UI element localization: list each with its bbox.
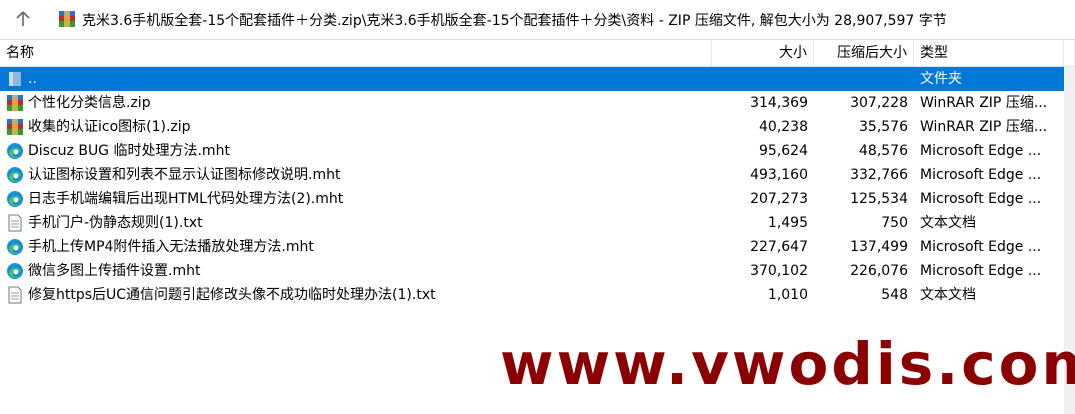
file-row[interactable]: 认证图标设置和列表不显示认证图标修改说明.mht 493,160 332,766 Mi… [0,163,1075,187]
winrar-archive-icon [59,11,75,27]
file-name: .. [28,71,37,87]
file-packed-size [814,67,908,91]
file-size: 314,369 [750,95,808,111]
file-type: Microsoft Edge ... [920,167,1042,183]
file-row[interactable]: 收集的认证ico图标(1).zip 40,238 35,576 WinRAR ZIP … [0,115,1075,139]
file-name: 微信多图上传插件设置.mht [28,263,201,279]
file-packed-size: 226,076 [850,263,908,279]
edge-icon [6,238,24,256]
up-folder-button[interactable] [10,7,36,31]
file-packed-size: 332,766 [850,167,908,183]
file-packed-size: 307,228 [850,95,908,111]
file-size [712,67,808,91]
file-size: 1,010 [767,287,808,303]
file-size: 493,160 [750,167,808,183]
address-path[interactable]: 克米3.6手机版全套-15个配套插件＋分类.zip\克米3.6手机版全套-15个… [82,10,947,30]
file-type: WinRAR ZIP 压缩... [920,95,1048,111]
file-name: 日志手机端编辑后出现HTML代码处理方法(2).mht [28,191,344,207]
watermark-text: www.vwodis.com [500,330,1075,398]
file-list: .. 文件夹个性化分类信息.zip 314,369 307,228 WinRAR ZIP… [0,67,1075,307]
winrar-archive-icon [6,118,24,136]
file-packed-size: 137,499 [850,239,908,255]
column-name[interactable]: 名称 [0,40,712,66]
file-name-cell: 认证图标设置和列表不显示认证图标修改说明.mht [6,163,706,187]
file-row[interactable]: Discuz BUG 临时处理方法.mht 95,624 48,576 Microso… [0,139,1075,163]
file-type: Microsoft Edge ... [920,263,1042,279]
file-name-cell: Discuz BUG 临时处理方法.mht [6,139,706,163]
file-size: 40,238 [759,119,808,135]
file-name: 认证图标设置和列表不显示认证图标修改说明.mht [28,167,341,183]
file-name: 修复https后UC通信问题引起修改头像不成功临时处理办法(1).txt [28,287,436,303]
file-size: 370,102 [750,263,808,279]
file-type: Microsoft Edge ... [920,239,1042,255]
file-packed-size: 750 [881,215,908,231]
file-packed-size: 48,576 [859,143,908,159]
file-name-cell: 手机门户-伪静态规则(1).txt [6,211,706,235]
file-type: Microsoft Edge ... [920,143,1042,159]
text-file-icon [6,214,24,232]
address-bar: 克米3.6手机版全套-15个配套插件＋分类.zip\克米3.6手机版全套-15个… [0,0,1075,40]
file-name-cell: 微信多图上传插件设置.mht [6,259,706,283]
file-type: WinRAR ZIP 压缩... [920,119,1048,135]
file-size: 227,647 [750,239,808,255]
edge-icon [6,142,24,160]
file-name: 收集的认证ico图标(1).zip [28,119,191,135]
winrar-archive-icon [6,94,24,112]
column-size[interactable]: 大小 [712,40,814,66]
column-packed-size[interactable]: 压缩后大小 [814,40,914,66]
file-row[interactable]: 微信多图上传插件设置.mht 370,102 226,076 Microsoft Ed… [0,259,1075,283]
file-row[interactable]: 日志手机端编辑后出现HTML代码处理方法(2).mht 207,273 125,53… [0,187,1075,211]
file-type: 文本文档 [920,287,976,303]
file-name-cell: 收集的认证ico图标(1).zip [6,115,706,139]
file-row[interactable]: 修复https后UC通信问题引起修改头像不成功临时处理办法(1).txt 1,01… [0,283,1075,307]
column-modified[interactable] [1064,40,1075,66]
edge-icon [6,262,24,280]
edge-icon [6,190,24,208]
text-file-icon [6,286,24,304]
file-packed-size: 35,576 [859,119,908,135]
file-size: 207,273 [750,191,808,207]
file-row[interactable]: 手机上传MP4附件插入无法播放处理方法.mht 227,647 137,499 Mic… [0,235,1075,259]
file-name: 个性化分类信息.zip [28,95,151,111]
file-size: 95,624 [759,143,808,159]
folder-up-icon [6,70,24,88]
file-type: 文件夹 [920,71,962,87]
file-name-cell: 手机上传MP4附件插入无法播放处理方法.mht [6,235,706,259]
file-name-cell: .. [6,67,706,91]
file-row[interactable]: 手机门户-伪静态规则(1).txt1,495750文本文档2 [0,211,1075,235]
file-type: 文本文档 [920,215,976,231]
edge-icon [6,166,24,184]
arrow-up-icon [16,11,30,26]
column-header: 名称 大小 压缩后大小 类型 [0,40,1075,67]
file-name: 手机上传MP4附件插入无法播放处理方法.mht [28,239,314,255]
file-packed-size: 548 [881,287,908,303]
file-row[interactable]: 个性化分类信息.zip 314,369 307,228 WinRAR ZIP 压缩..… [0,91,1075,115]
file-name-cell: 日志手机端编辑后出现HTML代码处理方法(2).mht [6,187,706,211]
file-type: Microsoft Edge ... [920,191,1042,207]
file-name-cell: 修复https后UC通信问题引起修改头像不成功临时处理办法(1).txt [6,283,706,307]
file-packed-size: 125,534 [850,191,908,207]
file-name: Discuz BUG 临时处理方法.mht [28,143,230,159]
file-name-cell: 个性化分类信息.zip [6,91,706,115]
column-type[interactable]: 类型 [914,40,1064,66]
file-size: 1,495 [767,215,808,231]
file-name: 手机门户-伪静态规则(1).txt [28,215,203,231]
parent-folder-row[interactable]: .. 文件夹 [0,67,1064,91]
